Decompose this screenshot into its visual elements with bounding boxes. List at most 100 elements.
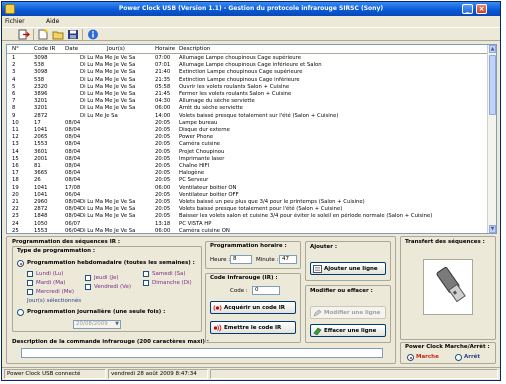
transfer-title: Transfert des séquences : bbox=[405, 239, 485, 245]
table-cell: 20:05 bbox=[155, 170, 171, 177]
usb-transfer-button[interactable] bbox=[423, 259, 473, 315]
table-cell: Di Lu Ma Me Je Ve Sa bbox=[80, 213, 136, 220]
checkbox-mercredi[interactable] bbox=[27, 289, 33, 295]
programming-title: Programmation des séquences IR : bbox=[12, 239, 121, 245]
menu-help[interactable]: Aide bbox=[46, 18, 59, 25]
table-cell: 2872 bbox=[34, 206, 48, 213]
checkbox-lundi[interactable] bbox=[27, 271, 33, 277]
usb-key-icon bbox=[436, 267, 466, 303]
column-header[interactable]: Date bbox=[65, 46, 78, 52]
table-cell: 19 bbox=[12, 184, 19, 191]
column-header[interactable]: N° bbox=[12, 46, 19, 52]
table-cell: Disque dur externe bbox=[179, 127, 230, 133]
add-title: Ajouter : bbox=[310, 244, 338, 250]
table-cell: Extinction Lampe choupinous Cage inférie… bbox=[179, 76, 300, 83]
sequence-table[interactable]: N° Code IR Date Jour(s) Horaire Descript… bbox=[6, 44, 497, 234]
table-cell: 08/04 bbox=[65, 127, 81, 133]
save-icon[interactable] bbox=[67, 29, 79, 40]
table-cell: Projet Choupinou bbox=[179, 148, 225, 155]
table-cell: Di Lu Ma Me Je Ve Sa bbox=[80, 206, 136, 213]
table-cell: 81 bbox=[34, 163, 41, 169]
table-cell: Di Lu Ma Me Je Ve Sa bbox=[80, 98, 136, 105]
table-cell: 2872 bbox=[34, 112, 48, 119]
hour-input[interactable]: 8 bbox=[230, 255, 252, 264]
column-header[interactable]: Jour(s) bbox=[107, 46, 125, 52]
checkbox-mardi[interactable] bbox=[27, 280, 33, 286]
day-label-mercredi: Mercredi (Me) bbox=[36, 289, 75, 295]
status-bar: Power Clock USB connecté vendredi 28 aoû… bbox=[2, 367, 500, 380]
column-header[interactable]: Horaire bbox=[155, 46, 175, 52]
scroll-thumb[interactable] bbox=[489, 55, 496, 115]
table-cell: 8 bbox=[12, 105, 16, 112]
description-input[interactable] bbox=[21, 348, 383, 358]
menu-file[interactable]: Fichier bbox=[5, 18, 25, 25]
transfer-panel: Transfert des séquences : bbox=[400, 236, 496, 340]
table-cell: 22 bbox=[12, 206, 19, 213]
checkbox-samedi[interactable] bbox=[143, 271, 149, 277]
table-cell: Halogène bbox=[179, 170, 205, 177]
column-header[interactable]: Description bbox=[179, 46, 210, 52]
table-cell: 26 bbox=[34, 177, 41, 184]
exit-icon[interactable] bbox=[18, 29, 30, 40]
power-on-radio[interactable] bbox=[407, 354, 414, 361]
minute-input[interactable]: 47 bbox=[279, 255, 297, 264]
day-label-samedi: Samedi (Sa) bbox=[152, 271, 186, 277]
table-cell: Di Lu Ma Me Je Ve Sa bbox=[80, 227, 136, 234]
table-cell: Caméra cuisine ON bbox=[179, 227, 230, 234]
checkbox-dimanche[interactable] bbox=[143, 280, 149, 286]
scroll-up-arrow[interactable]: ▲ bbox=[489, 45, 496, 53]
emit-ir-button[interactable]: Emettre le code IR bbox=[210, 321, 296, 334]
ir-code-title: Code Infrarouge (IR) : bbox=[210, 275, 278, 281]
checkbox-jeudi[interactable] bbox=[85, 275, 91, 281]
status-panel-empty bbox=[210, 369, 498, 379]
schedule-title: Programmation horaire : bbox=[210, 243, 287, 249]
table-cell: 08/04 bbox=[65, 163, 81, 169]
close-button[interactable]: × bbox=[476, 4, 487, 14]
table-cell: 18 bbox=[12, 177, 19, 184]
modify-line-button[interactable]: Modifier une ligne bbox=[310, 306, 386, 319]
vertical-scrollbar[interactable]: ▲ ▼ bbox=[487, 45, 496, 233]
code-input[interactable]: 0 bbox=[252, 286, 280, 295]
new-icon[interactable] bbox=[37, 29, 49, 40]
table-cell: 20:05 bbox=[155, 191, 171, 198]
date-picker[interactable]: 20/08/2009 ▼ bbox=[73, 320, 121, 329]
power-off-label: Arrêt bbox=[464, 354, 481, 360]
table-cell: 20:05 bbox=[155, 206, 171, 213]
table-cell: Lampe bureau bbox=[179, 119, 218, 126]
info-icon[interactable] bbox=[87, 29, 99, 40]
table-cell: 3098 bbox=[34, 55, 48, 61]
column-header[interactable]: Code IR bbox=[34, 46, 55, 52]
daily-radio[interactable] bbox=[17, 309, 24, 316]
table-cell: 2065 bbox=[34, 134, 48, 141]
table-cell: 20:05 bbox=[155, 155, 171, 162]
toolbar-separator bbox=[82, 29, 83, 40]
table-cell: Arrêt du sèche serviette bbox=[179, 105, 243, 112]
table-cell: PC Serveur bbox=[179, 177, 209, 184]
schedule-group: Programmation horaire : Heure : 8 Minute… bbox=[205, 241, 301, 269]
table-cell: 3 bbox=[12, 69, 16, 76]
table-cell: Di Lu Ma Me Je Ve Sa bbox=[80, 91, 136, 97]
table-cell: 08/04 bbox=[65, 119, 81, 126]
table-cell: 06/04 bbox=[65, 191, 81, 198]
checkbox-vendredi[interactable] bbox=[85, 284, 91, 290]
daily-label: Programmation journalière (une seule foi… bbox=[27, 309, 166, 315]
weekly-radio[interactable] bbox=[17, 260, 24, 267]
open-icon[interactable] bbox=[52, 29, 64, 40]
weekly-label: Programmation hebdomadaire (toutes les s… bbox=[27, 260, 195, 266]
acquire-ir-button[interactable]: Acquérir un code IR bbox=[210, 301, 296, 314]
table-cell: Ventilateur boitier OFF bbox=[179, 191, 239, 198]
table-cell: 3201 bbox=[34, 105, 48, 112]
description-label: Description de la commande infrarouge (2… bbox=[12, 339, 209, 345]
minimize-button[interactable]: _ bbox=[462, 4, 473, 14]
table-cell: 21:35 bbox=[155, 76, 171, 83]
add-line-button[interactable]: Ajouter une ligne bbox=[310, 262, 386, 275]
table-row[interactable]: 25 1553 06/04 Di Lu Ma Me Je Ve Sa 06:00 Camé… bbox=[7, 227, 496, 234]
table-cell: 15 bbox=[12, 155, 19, 162]
table-cell: Di Lu Ma Me Je Ve Sa bbox=[80, 62, 136, 69]
chevron-down-icon[interactable]: ▼ bbox=[115, 321, 119, 328]
programming-type-group: Type de programmation : Programmation he… bbox=[12, 246, 202, 332]
power-off-radio[interactable] bbox=[455, 354, 462, 361]
datetime-status: vendredi 28 août 2009 8:47:34 bbox=[108, 369, 208, 379]
scroll-down-arrow[interactable]: ▼ bbox=[489, 225, 496, 233]
delete-line-button[interactable]: Effacer une ligne bbox=[310, 324, 386, 337]
